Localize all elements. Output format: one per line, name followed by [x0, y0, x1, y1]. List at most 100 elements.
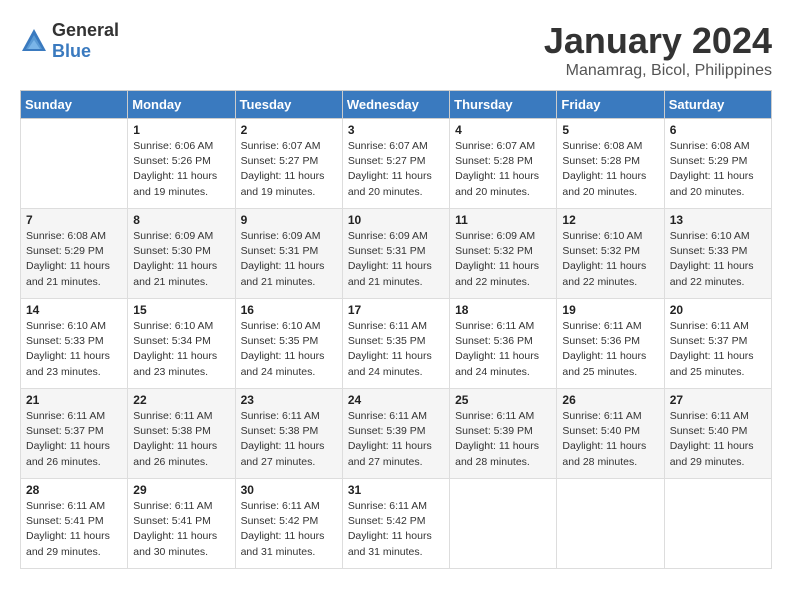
calendar-cell: 17 Sunrise: 6:11 AMSunset: 5:35 PMDayligh… [342, 299, 449, 389]
logo: General Blue [20, 20, 119, 62]
day-info: Sunrise: 6:08 AMSunset: 5:29 PMDaylight:… [26, 229, 122, 290]
location-title: Manamrag, Bicol, Philippines [544, 62, 772, 80]
day-info: Sunrise: 6:07 AMSunset: 5:27 PMDaylight:… [241, 139, 337, 200]
day-number: 4 [455, 123, 551, 137]
day-number: 3 [348, 123, 444, 137]
day-number: 23 [241, 393, 337, 407]
calendar-cell: 2 Sunrise: 6:07 AMSunset: 5:27 PMDaylight… [235, 119, 342, 209]
day-number: 24 [348, 393, 444, 407]
calendar-cell: 6 Sunrise: 6:08 AMSunset: 5:29 PMDaylight… [664, 119, 771, 209]
calendar-cell: 27Sunrise: 6:11 AMSunset: 5:40 PMDayligh… [664, 389, 771, 479]
day-number: 8 [133, 213, 229, 227]
day-number: 28 [26, 483, 122, 497]
day-info: Sunrise: 6:11 AMSunset: 5:37 PMDaylight:… [26, 409, 122, 470]
day-info: Sunrise: 6:09 AMSunset: 5:30 PMDaylight:… [133, 229, 229, 290]
header: General Blue January 2024 Manamrag, Bico… [20, 20, 772, 80]
calendar-cell: 26Sunrise: 6:11 AMSunset: 5:40 PMDayligh… [557, 389, 664, 479]
calendar-cell: 19 Sunrise: 6:11 AMSunset: 5:36 PMDayligh… [557, 299, 664, 389]
day-info: Sunrise: 6:11 AMSunset: 5:36 PMDaylight:… [455, 319, 551, 380]
day-info: Sunrise: 6:11 AMSunset: 5:35 PMDaylight:… [348, 319, 444, 380]
day-number: 29 [133, 483, 229, 497]
day-number: 25 [455, 393, 551, 407]
calendar-cell: 9 Sunrise: 6:09 AMSunset: 5:31 PMDaylight… [235, 209, 342, 299]
day-info: Sunrise: 6:11 AMSunset: 5:41 PMDaylight:… [133, 499, 229, 560]
day-info: Sunrise: 6:11 AMSunset: 5:38 PMDaylight:… [241, 409, 337, 470]
day-number: 7 [26, 213, 122, 227]
day-number: 1 [133, 123, 229, 137]
calendar-cell: 15 Sunrise: 6:10 AMSunset: 5:34 PMDayligh… [128, 299, 235, 389]
day-info: Sunrise: 6:10 AMSunset: 5:34 PMDaylight:… [133, 319, 229, 380]
day-number: 11 [455, 213, 551, 227]
day-number: 10 [348, 213, 444, 227]
calendar-week-row: 21 Sunrise: 6:11 AMSunset: 5:37 PMDayligh… [21, 389, 772, 479]
logo-text: General Blue [52, 20, 119, 62]
day-info: Sunrise: 6:06 AMSunset: 5:26 PMDaylight:… [133, 139, 229, 200]
day-info: Sunrise: 6:11 AMSunset: 5:39 PMDaylight:… [455, 409, 551, 470]
calendar-week-row: 28 Sunrise: 6:11 AMSunset: 5:41 PMDayligh… [21, 479, 772, 569]
calendar-cell: 18Sunrise: 6:11 AMSunset: 5:36 PMDayligh… [450, 299, 557, 389]
calendar-cell: 29 Sunrise: 6:11 AMSunset: 5:41 PMDayligh… [128, 479, 235, 569]
day-number: 5 [562, 123, 658, 137]
calendar-table: SundayMondayTuesdayWednesdayThursdayFrid… [20, 90, 772, 569]
day-number: 19 [562, 303, 658, 317]
day-info: Sunrise: 6:09 AMSunset: 5:32 PMDaylight:… [455, 229, 551, 290]
day-info: Sunrise: 6:11 AMSunset: 5:36 PMDaylight:… [562, 319, 658, 380]
calendar-week-row: 14 Sunrise: 6:10 AMSunset: 5:33 PMDayligh… [21, 299, 772, 389]
calendar-cell: 1 Sunrise: 6:06 AMSunset: 5:26 PMDaylight… [128, 119, 235, 209]
calendar-body: 1 Sunrise: 6:06 AMSunset: 5:26 PMDaylight… [21, 119, 772, 569]
day-info: Sunrise: 6:11 AMSunset: 5:41 PMDaylight:… [26, 499, 122, 560]
day-number: 17 [348, 303, 444, 317]
day-info: Sunrise: 6:11 AMSunset: 5:39 PMDaylight:… [348, 409, 444, 470]
day-number: 16 [241, 303, 337, 317]
day-number: 14 [26, 303, 122, 317]
calendar-cell: 30 Sunrise: 6:11 AMSunset: 5:42 PMDayligh… [235, 479, 342, 569]
calendar-cell: 13 Sunrise: 6:10 AMSunset: 5:33 PMDayligh… [664, 209, 771, 299]
day-number: 22 [133, 393, 229, 407]
day-number: 12 [562, 213, 658, 227]
day-info: Sunrise: 6:08 AMSunset: 5:29 PMDaylight:… [670, 139, 766, 200]
calendar-cell: 8 Sunrise: 6:09 AMSunset: 5:30 PMDaylight… [128, 209, 235, 299]
day-number: 21 [26, 393, 122, 407]
day-number: 9 [241, 213, 337, 227]
day-info: Sunrise: 6:10 AMSunset: 5:33 PMDaylight:… [26, 319, 122, 380]
month-title: January 2024 [544, 20, 772, 62]
calendar-cell: 5Sunrise: 6:08 AMSunset: 5:28 PMDaylight… [557, 119, 664, 209]
day-number: 13 [670, 213, 766, 227]
calendar-header-cell: Monday [128, 91, 235, 119]
day-info: Sunrise: 6:10 AMSunset: 5:32 PMDaylight:… [562, 229, 658, 290]
day-number: 20 [670, 303, 766, 317]
calendar-week-row: 1 Sunrise: 6:06 AMSunset: 5:26 PMDaylight… [21, 119, 772, 209]
day-info: Sunrise: 6:07 AMSunset: 5:28 PMDaylight:… [455, 139, 551, 200]
calendar-header-cell: Tuesday [235, 91, 342, 119]
calendar-cell: 24 Sunrise: 6:11 AMSunset: 5:39 PMDayligh… [342, 389, 449, 479]
calendar-cell: 31Sunrise: 6:11 AMSunset: 5:42 PMDayligh… [342, 479, 449, 569]
calendar-header-cell: Thursday [450, 91, 557, 119]
day-info: Sunrise: 6:09 AMSunset: 5:31 PMDaylight:… [348, 229, 444, 290]
calendar-cell: 4 Sunrise: 6:07 AMSunset: 5:28 PMDaylight… [450, 119, 557, 209]
calendar-header-cell: Wednesday [342, 91, 449, 119]
day-number: 2 [241, 123, 337, 137]
day-info: Sunrise: 6:11 AMSunset: 5:42 PMDaylight:… [241, 499, 337, 560]
calendar-cell [664, 479, 771, 569]
calendar-cell: 14 Sunrise: 6:10 AMSunset: 5:33 PMDayligh… [21, 299, 128, 389]
calendar-cell [557, 479, 664, 569]
day-info: Sunrise: 6:11 AMSunset: 5:37 PMDaylight:… [670, 319, 766, 380]
day-number: 6 [670, 123, 766, 137]
calendar-cell: 28 Sunrise: 6:11 AMSunset: 5:41 PMDayligh… [21, 479, 128, 569]
day-number: 30 [241, 483, 337, 497]
calendar-header-cell: Saturday [664, 91, 771, 119]
day-info: Sunrise: 6:09 AMSunset: 5:31 PMDaylight:… [241, 229, 337, 290]
calendar-cell: 23 Sunrise: 6:11 AMSunset: 5:38 PMDayligh… [235, 389, 342, 479]
day-info: Sunrise: 6:10 AMSunset: 5:35 PMDaylight:… [241, 319, 337, 380]
calendar-cell: 11 Sunrise: 6:09 AMSunset: 5:32 PMDayligh… [450, 209, 557, 299]
calendar-cell: 12 Sunrise: 6:10 AMSunset: 5:32 PMDayligh… [557, 209, 664, 299]
calendar-cell [450, 479, 557, 569]
calendar-cell: 21 Sunrise: 6:11 AMSunset: 5:37 PMDayligh… [21, 389, 128, 479]
title-section: January 2024 Manamrag, Bicol, Philippine… [544, 20, 772, 80]
day-number: 15 [133, 303, 229, 317]
calendar-cell: 25 Sunrise: 6:11 AMSunset: 5:39 PMDayligh… [450, 389, 557, 479]
day-info: Sunrise: 6:10 AMSunset: 5:33 PMDaylight:… [670, 229, 766, 290]
day-info: Sunrise: 6:11 AMSunset: 5:38 PMDaylight:… [133, 409, 229, 470]
logo-icon [20, 27, 48, 55]
day-info: Sunrise: 6:11 AMSunset: 5:40 PMDaylight:… [670, 409, 766, 470]
